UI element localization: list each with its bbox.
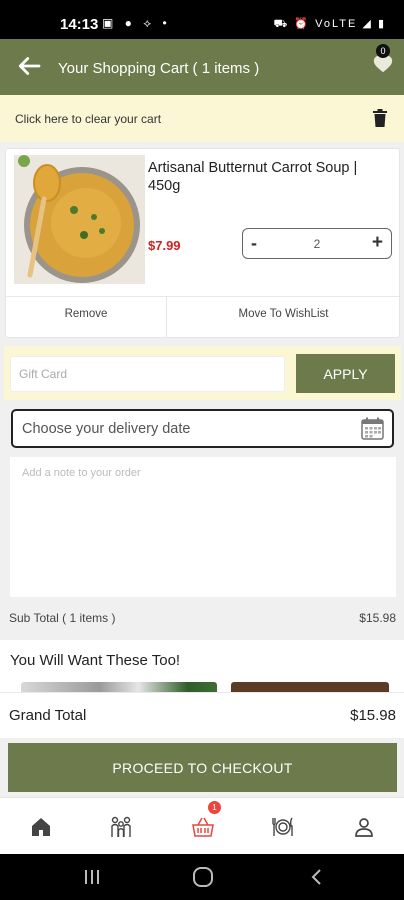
card-divider [6, 296, 399, 297]
trash-icon[interactable] [372, 109, 388, 127]
apply-gift-card-button[interactable]: APPLY [296, 354, 395, 393]
sub-total-value: $15.98 [359, 611, 396, 625]
quantity-value: 2 [313, 237, 321, 251]
back-arrow-icon[interactable] [14, 51, 44, 81]
order-note-field[interactable] [10, 457, 396, 597]
basket-icon[interactable] [191, 815, 215, 839]
clear-cart-bar[interactable]: Click here to clear your cart [0, 95, 404, 142]
status-system-icons: ⛟ ⏰ VoLTE ◢ ▮ [273, 18, 386, 30]
wishlist-count-badge: 0 [376, 44, 390, 58]
bottom-navigation: 1 [0, 797, 404, 854]
gift-card-input[interactable] [10, 356, 285, 392]
status-bar: 14:13 ▣ ● ⟡ • ⛟ ⏰ VoLTE ◢ ▮ [0, 0, 404, 39]
back-button-icon[interactable] [308, 867, 324, 887]
move-to-wishlist-button[interactable]: Move To WishList [166, 308, 401, 320]
sub-total-label: Sub Total ( 1 items ) [9, 611, 116, 625]
calendar-icon[interactable] [360, 416, 385, 441]
clear-cart-label[interactable]: Click here to clear your cart [15, 112, 161, 126]
recent-apps-icon[interactable] [83, 867, 101, 887]
status-notification-icons: ▣ ● ⟡ • [102, 16, 171, 30]
page-title: Your Shopping Cart ( 1 items ) [58, 60, 260, 77]
product-name[interactable]: Artisanal Butternut Carrot Soup | 450g [148, 159, 388, 195]
home-button-icon[interactable] [192, 867, 214, 887]
family-icon[interactable] [109, 815, 133, 839]
recommendations-section: You Will Want These Too! [0, 640, 404, 700]
grand-total-value: $15.98 [350, 707, 396, 724]
recommendations-title: You Will Want These Too! [10, 652, 181, 669]
proceed-to-checkout-button[interactable]: PROCEED TO CHECKOUT [8, 743, 397, 792]
delivery-date-placeholder: Choose your delivery date [22, 421, 191, 437]
increase-quantity-button[interactable]: + [372, 232, 383, 254]
delivery-date-field[interactable]: Choose your delivery date [11, 409, 394, 448]
cart-count-badge: 1 [208, 801, 221, 814]
quantity-stepper: - 2 + [242, 228, 392, 259]
soup-bowl-icon [14, 155, 145, 284]
app-header: Your Shopping Cart ( 1 items ) 0 [0, 39, 404, 95]
remove-button[interactable]: Remove [6, 308, 166, 320]
grand-total-row: Grand Total $15.98 [0, 692, 404, 738]
home-icon[interactable] [29, 815, 53, 839]
system-navigation-bar [0, 854, 404, 900]
plate-icon[interactable] [271, 815, 295, 839]
grand-total-label: Grand Total [9, 707, 87, 724]
user-icon[interactable] [352, 815, 376, 839]
product-price: $7.99 [148, 238, 181, 253]
status-time: 14:13 [60, 16, 99, 33]
sub-total-row: Sub Total ( 1 items ) $15.98 [0, 597, 404, 639]
cart-item-card: Artisanal Butternut Carrot Soup | 450g $… [5, 148, 400, 338]
product-image[interactable] [14, 155, 145, 284]
